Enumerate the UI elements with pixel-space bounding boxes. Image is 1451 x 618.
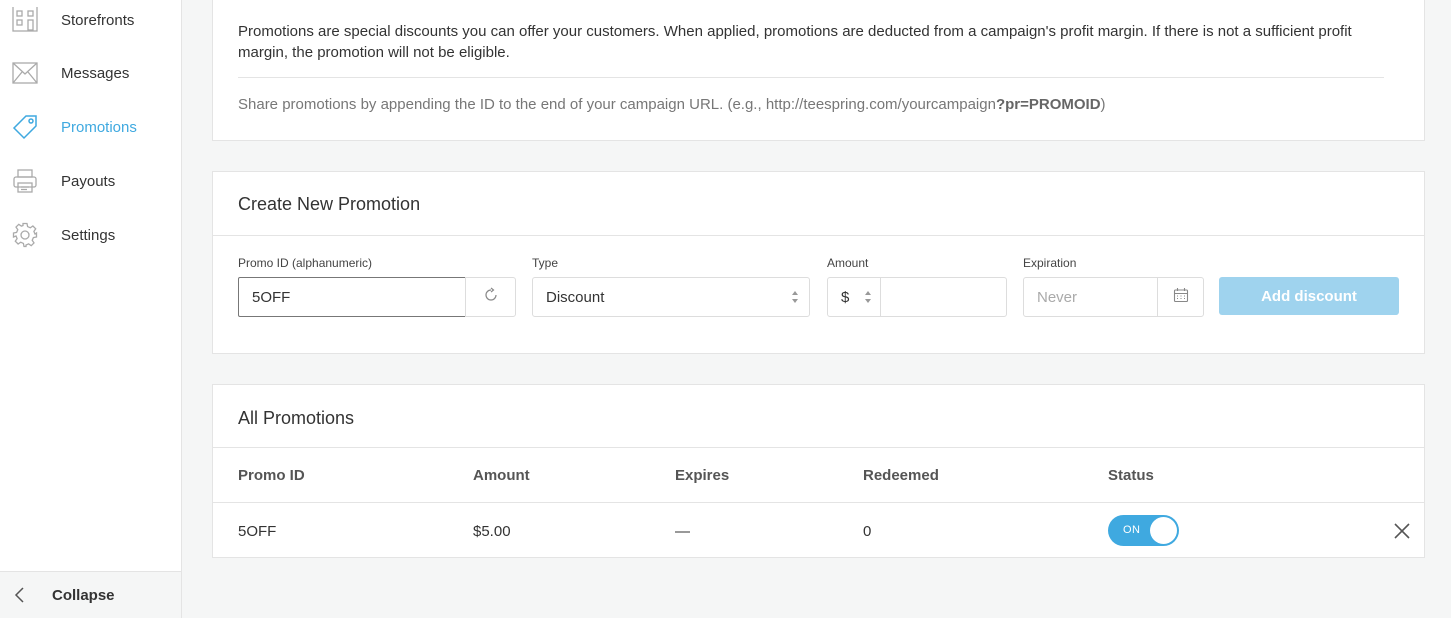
toggle-knob [1150,517,1177,544]
printer-icon [12,168,38,194]
currency-select[interactable]: $ [827,277,881,317]
create-promotion-title: Create New Promotion [238,194,421,214]
type-select-value: Discount [546,289,605,306]
expiration-input[interactable]: Never [1023,277,1158,317]
gear-icon [12,222,38,248]
sidebar-item-payouts[interactable]: Payouts [0,161,181,201]
type-label: Type [532,256,559,270]
column-header-status: Status [1108,467,1154,484]
select-arrows-icon [864,290,872,308]
sidebar-item-label: Messages [61,64,130,82]
all-promotions-card: All Promotions Promo ID Amount Expires R… [212,384,1425,558]
redeemed-cell: 0 [863,523,872,540]
envelope-icon [12,60,38,86]
promo-id-cell: 5OFF [238,523,277,540]
amount-input[interactable] [880,277,1007,317]
sidebar-item-settings[interactable]: Settings [0,215,181,255]
collapse-button[interactable]: Collapse [0,571,181,618]
share-suffix: ) [1100,96,1106,113]
sidebar-item-label: Payouts [61,172,116,190]
sidebar-item-messages[interactable]: Messages [0,53,181,93]
status-toggle[interactable]: ON [1108,515,1179,546]
currency-value: $ [841,289,850,306]
all-promotions-title: All Promotions [238,408,355,428]
sidebar: Storefronts Messages Promotions Payouts … [0,0,182,618]
calendar-icon [1173,287,1189,308]
create-promotion-card: Create New Promotion Promo ID (alphanume… [212,171,1425,354]
column-header-promo-id: Promo ID [238,467,305,484]
sidebar-item-label: Storefronts [61,11,135,29]
status-toggle-label: ON [1123,524,1141,536]
chevron-left-icon [14,586,26,609]
divider [213,447,1424,448]
storefront-icon [12,7,38,33]
expires-cell: — [675,523,690,540]
sidebar-item-label: Settings [61,226,116,244]
amount-cell: $5.00 [473,523,511,540]
sidebar-item-label: Promotions [61,118,137,136]
divider [213,502,1424,503]
tag-icon [12,114,38,140]
sidebar-item-storefronts[interactable]: Storefronts [0,0,181,40]
promotions-info-card: Promotions are special discounts you can… [212,0,1425,141]
expiration-label: Expiration [1023,256,1077,270]
type-select[interactable]: Discount [532,277,810,317]
sidebar-item-promotions[interactable]: Promotions [0,107,181,147]
column-header-amount: Amount [473,467,530,484]
share-prefix: Share promotions by appending the ID to … [238,96,996,113]
collapse-label: Collapse [52,587,115,604]
refresh-icon [483,287,499,308]
add-discount-button[interactable]: Add discount [1219,277,1399,315]
column-header-expires: Expires [675,467,730,484]
promo-id-label: Promo ID (alphanumeric) [238,256,373,270]
promo-id-input[interactable]: 5OFF [238,277,466,317]
select-arrows-icon [791,290,799,308]
divider [238,77,1384,78]
generate-id-button[interactable] [465,277,516,317]
divider [213,235,1424,236]
calendar-button[interactable] [1157,277,1204,317]
close-icon [1391,523,1413,546]
share-instructions: Share promotions by appending the ID to … [238,96,1106,113]
amount-label: Amount [827,256,869,270]
column-header-redeemed: Redeemed [863,467,939,484]
promotions-description: Promotions are special discounts you can… [238,23,1352,61]
share-param: ?pr=PROMOID [995,96,1101,113]
delete-promotion-button[interactable] [1391,520,1413,542]
